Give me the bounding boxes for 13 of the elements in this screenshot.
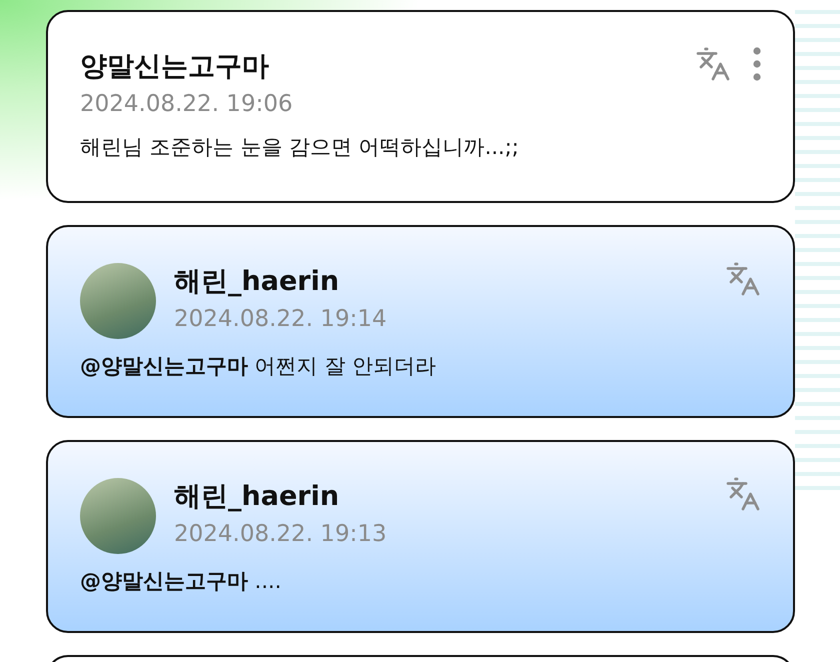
- comment-time: 2024.08.22. 19:14: [174, 305, 388, 333]
- comment-author: 해린_haerin: [174, 265, 340, 299]
- comment-time: 2024.08.22. 19:06: [80, 90, 294, 118]
- comment-author: 양말신는고구마: [80, 50, 270, 84]
- comment-text: @양말신는고구마 ....: [80, 568, 282, 595]
- comment-text: @양말신는고구마 어쩐지 잘 안되더라: [80, 353, 438, 380]
- comment-text: 해린님 조준하는 눈을 감으면 어떡하십니까...;;: [80, 134, 520, 161]
- translate-icon[interactable]: [695, 46, 731, 82]
- comment-time: 2024.08.22. 19:13: [174, 520, 388, 548]
- translate-icon[interactable]: [725, 261, 761, 297]
- comment-author: 해린_haerin: [174, 480, 340, 514]
- translate-icon[interactable]: [725, 476, 761, 512]
- more-icon[interactable]: [753, 47, 761, 81]
